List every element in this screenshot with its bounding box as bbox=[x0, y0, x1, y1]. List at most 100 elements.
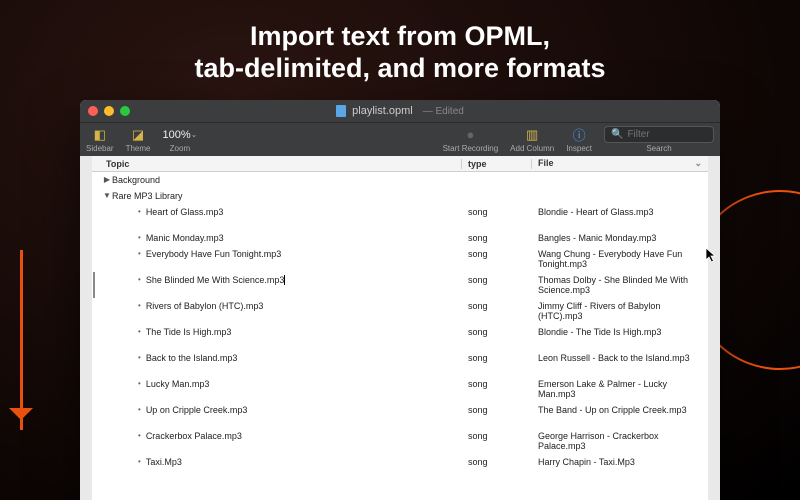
outline-row[interactable]: • The Tide Is High.mp3 songBlondie - The T… bbox=[92, 324, 708, 350]
row-type[interactable]: song bbox=[462, 353, 532, 363]
row-file[interactable]: Blondie - Heart of Glass.mp3 bbox=[532, 207, 708, 217]
col-topic[interactable]: Topic bbox=[92, 159, 462, 169]
right-gutter bbox=[708, 156, 720, 500]
sidebar-button[interactable]: ◧ Sidebar bbox=[86, 127, 114, 153]
outline-row[interactable]: •Rivers of Babylon (HTC).mp3songJimmy Cl… bbox=[92, 298, 708, 324]
outline-row[interactable]: ▼Rare MP3 Library bbox=[92, 188, 708, 204]
outline-row[interactable]: ▶Background bbox=[92, 172, 708, 188]
outline-row[interactable]: • Manic Monday.mp3 songBangles - Manic Mon… bbox=[92, 230, 708, 246]
outline-row[interactable]: •Taxi.Mp3songHarry Chapin - Taxi.Mp3 bbox=[92, 454, 708, 470]
window-title: playlist.opml — Edited bbox=[80, 105, 720, 117]
col-type[interactable]: type bbox=[462, 159, 532, 169]
theme-button[interactable]: ◪ Theme bbox=[126, 127, 151, 153]
row-topic[interactable]: Everybody Have Fun Tonight.mp3 bbox=[146, 249, 281, 259]
row-file[interactable]: Emerson Lake & Palmer - Lucky Man.mp3 bbox=[532, 379, 708, 399]
search-icon: 🔍 bbox=[611, 129, 623, 140]
row-file[interactable] bbox=[532, 191, 708, 201]
row-file[interactable]: Harry Chapin - Taxi.Mp3 bbox=[532, 457, 708, 467]
row-type[interactable]: song bbox=[462, 233, 532, 243]
chevron-down-icon: ⌄ bbox=[191, 130, 198, 139]
sidebar-label: Sidebar bbox=[86, 144, 114, 153]
search-label: Search bbox=[604, 144, 714, 153]
row-type[interactable] bbox=[462, 175, 532, 185]
row-type[interactable] bbox=[462, 191, 532, 201]
row-file[interactable]: Blondie - The Tide Is High.mp3 bbox=[532, 327, 708, 337]
outline-row[interactable]: • Heart of Glass.mp3 songBlondie - Heart o… bbox=[92, 204, 708, 230]
hero-line-2: tab-delimited, and more formats bbox=[0, 52, 800, 84]
row-type[interactable]: song bbox=[462, 301, 532, 311]
filter-search[interactable]: 🔍 bbox=[604, 126, 714, 143]
row-topic[interactable]: Back to the Island.mp3 bbox=[146, 353, 238, 363]
bullet-icon: • bbox=[138, 405, 141, 414]
chevron-down-icon[interactable]: ⌄ bbox=[694, 158, 702, 169]
row-type[interactable]: song bbox=[462, 431, 532, 441]
zoom-control[interactable]: 100% ⌄ Zoom bbox=[162, 127, 197, 153]
row-file[interactable]: The Band - Up on Cripple Creek.mp3 bbox=[532, 405, 708, 415]
document-icon bbox=[336, 105, 346, 117]
outline-row[interactable]: • Crackerbox Palace.mp3 songGeorge Harriso… bbox=[92, 428, 708, 454]
row-topic[interactable]: The Tide Is High.mp3 bbox=[146, 327, 232, 337]
row-type[interactable]: song bbox=[462, 327, 532, 337]
zoom-label: Zoom bbox=[170, 144, 190, 153]
filter-input[interactable] bbox=[627, 129, 707, 140]
bullet-icon: • bbox=[138, 379, 141, 388]
row-file[interactable]: Bangles - Manic Monday.mp3 bbox=[532, 233, 708, 243]
fullscreen-icon[interactable] bbox=[120, 106, 130, 116]
microphone-icon: ● bbox=[466, 127, 474, 143]
left-gutter bbox=[80, 156, 92, 500]
bullet-icon: • bbox=[138, 207, 141, 216]
row-type[interactable]: song bbox=[462, 405, 532, 415]
col-file[interactable]: File ⌄ bbox=[532, 158, 708, 169]
row-topic[interactable]: Background bbox=[112, 175, 160, 185]
edited-indicator: — Edited bbox=[423, 106, 464, 117]
minimize-icon[interactable] bbox=[104, 106, 114, 116]
bullet-icon: • bbox=[138, 233, 141, 242]
row-topic[interactable]: Rivers of Babylon (HTC).mp3 bbox=[146, 301, 264, 311]
row-file[interactable] bbox=[532, 175, 708, 185]
outline-row[interactable]: •She Blinded Me With Science.mp3songThom… bbox=[92, 272, 708, 298]
inspect-label: Inspect bbox=[566, 144, 592, 153]
row-topic[interactable]: Up on Cripple Creek.mp3 bbox=[146, 405, 248, 415]
row-type[interactable]: song bbox=[462, 275, 532, 285]
outline-rows: ▶Background▼Rare MP3 Library•Heart of Gl… bbox=[92, 172, 708, 470]
row-topic[interactable]: Heart of Glass.mp3 bbox=[146, 207, 224, 217]
row-topic[interactable]: Crackerbox Palace.mp3 bbox=[146, 431, 242, 441]
row-file[interactable]: Jimmy Cliff - Rivers of Babylon (HTC).mp… bbox=[532, 301, 708, 321]
row-file[interactable]: Thomas Dolby - She Blinded Me With Scien… bbox=[532, 275, 708, 295]
mouse-cursor bbox=[706, 248, 718, 264]
row-file[interactable]: Wang Chung - Everybody Have Fun Tonight.… bbox=[532, 249, 708, 269]
app-window: playlist.opml — Edited ◧ Sidebar ◪ Theme… bbox=[80, 100, 720, 500]
row-topic[interactable]: Lucky Man.mp3 bbox=[146, 379, 210, 389]
row-type[interactable]: song bbox=[462, 207, 532, 217]
outline-row[interactable]: •Everybody Have Fun Tonight.mp3songWang … bbox=[92, 246, 708, 272]
window-controls bbox=[88, 106, 130, 116]
titlebar[interactable]: playlist.opml — Edited bbox=[80, 100, 720, 122]
text-caret bbox=[284, 275, 285, 285]
row-type[interactable]: song bbox=[462, 457, 532, 467]
bullet-icon: • bbox=[138, 431, 141, 440]
row-type[interactable]: song bbox=[462, 249, 532, 259]
bullet-icon: • bbox=[138, 327, 141, 336]
row-file[interactable]: Leon Russell - Back to the Island.mp3 bbox=[532, 353, 708, 363]
row-topic[interactable]: She Blinded Me With Science.mp3 bbox=[146, 275, 285, 285]
toolbar: ◧ Sidebar ◪ Theme 100% ⌄ Zoom ● Start Re… bbox=[80, 122, 720, 156]
row-topic[interactable]: Rare MP3 Library bbox=[112, 191, 183, 201]
add-column-icon: ▥ bbox=[526, 127, 538, 143]
disclosure-down-icon[interactable]: ▼ bbox=[102, 191, 112, 200]
row-topic[interactable]: Manic Monday.mp3 bbox=[146, 233, 224, 243]
outline-row[interactable]: • Up on Cripple Creek.mp3 songThe Band - U… bbox=[92, 402, 708, 428]
add-column-button[interactable]: ▥ Add Column bbox=[510, 127, 554, 153]
theme-label: Theme bbox=[126, 144, 151, 153]
row-type[interactable]: song bbox=[462, 379, 532, 389]
outline-row[interactable]: •Back to the Island.mp3songLeon Russell … bbox=[92, 350, 708, 376]
disclosure-right-icon[interactable]: ▶ bbox=[102, 175, 112, 184]
row-file[interactable]: George Harrison - Crackerbox Palace.mp3 bbox=[532, 431, 708, 451]
start-recording-button[interactable]: ● Start Recording bbox=[443, 127, 499, 153]
outline-sheet[interactable]: Topic type File ⌄ ▶Background▼Rare MP3 L… bbox=[92, 156, 708, 500]
close-icon[interactable] bbox=[88, 106, 98, 116]
row-topic[interactable]: Taxi.Mp3 bbox=[146, 457, 182, 467]
inspect-button[interactable]: ⓘ Inspect bbox=[566, 127, 592, 153]
outline-row[interactable]: • Lucky Man.mp3 songEmerson Lake & Palmer … bbox=[92, 376, 708, 402]
hero-text: Import text from OPML, tab-delimited, an… bbox=[0, 20, 800, 85]
start-recording-label: Start Recording bbox=[443, 144, 499, 153]
